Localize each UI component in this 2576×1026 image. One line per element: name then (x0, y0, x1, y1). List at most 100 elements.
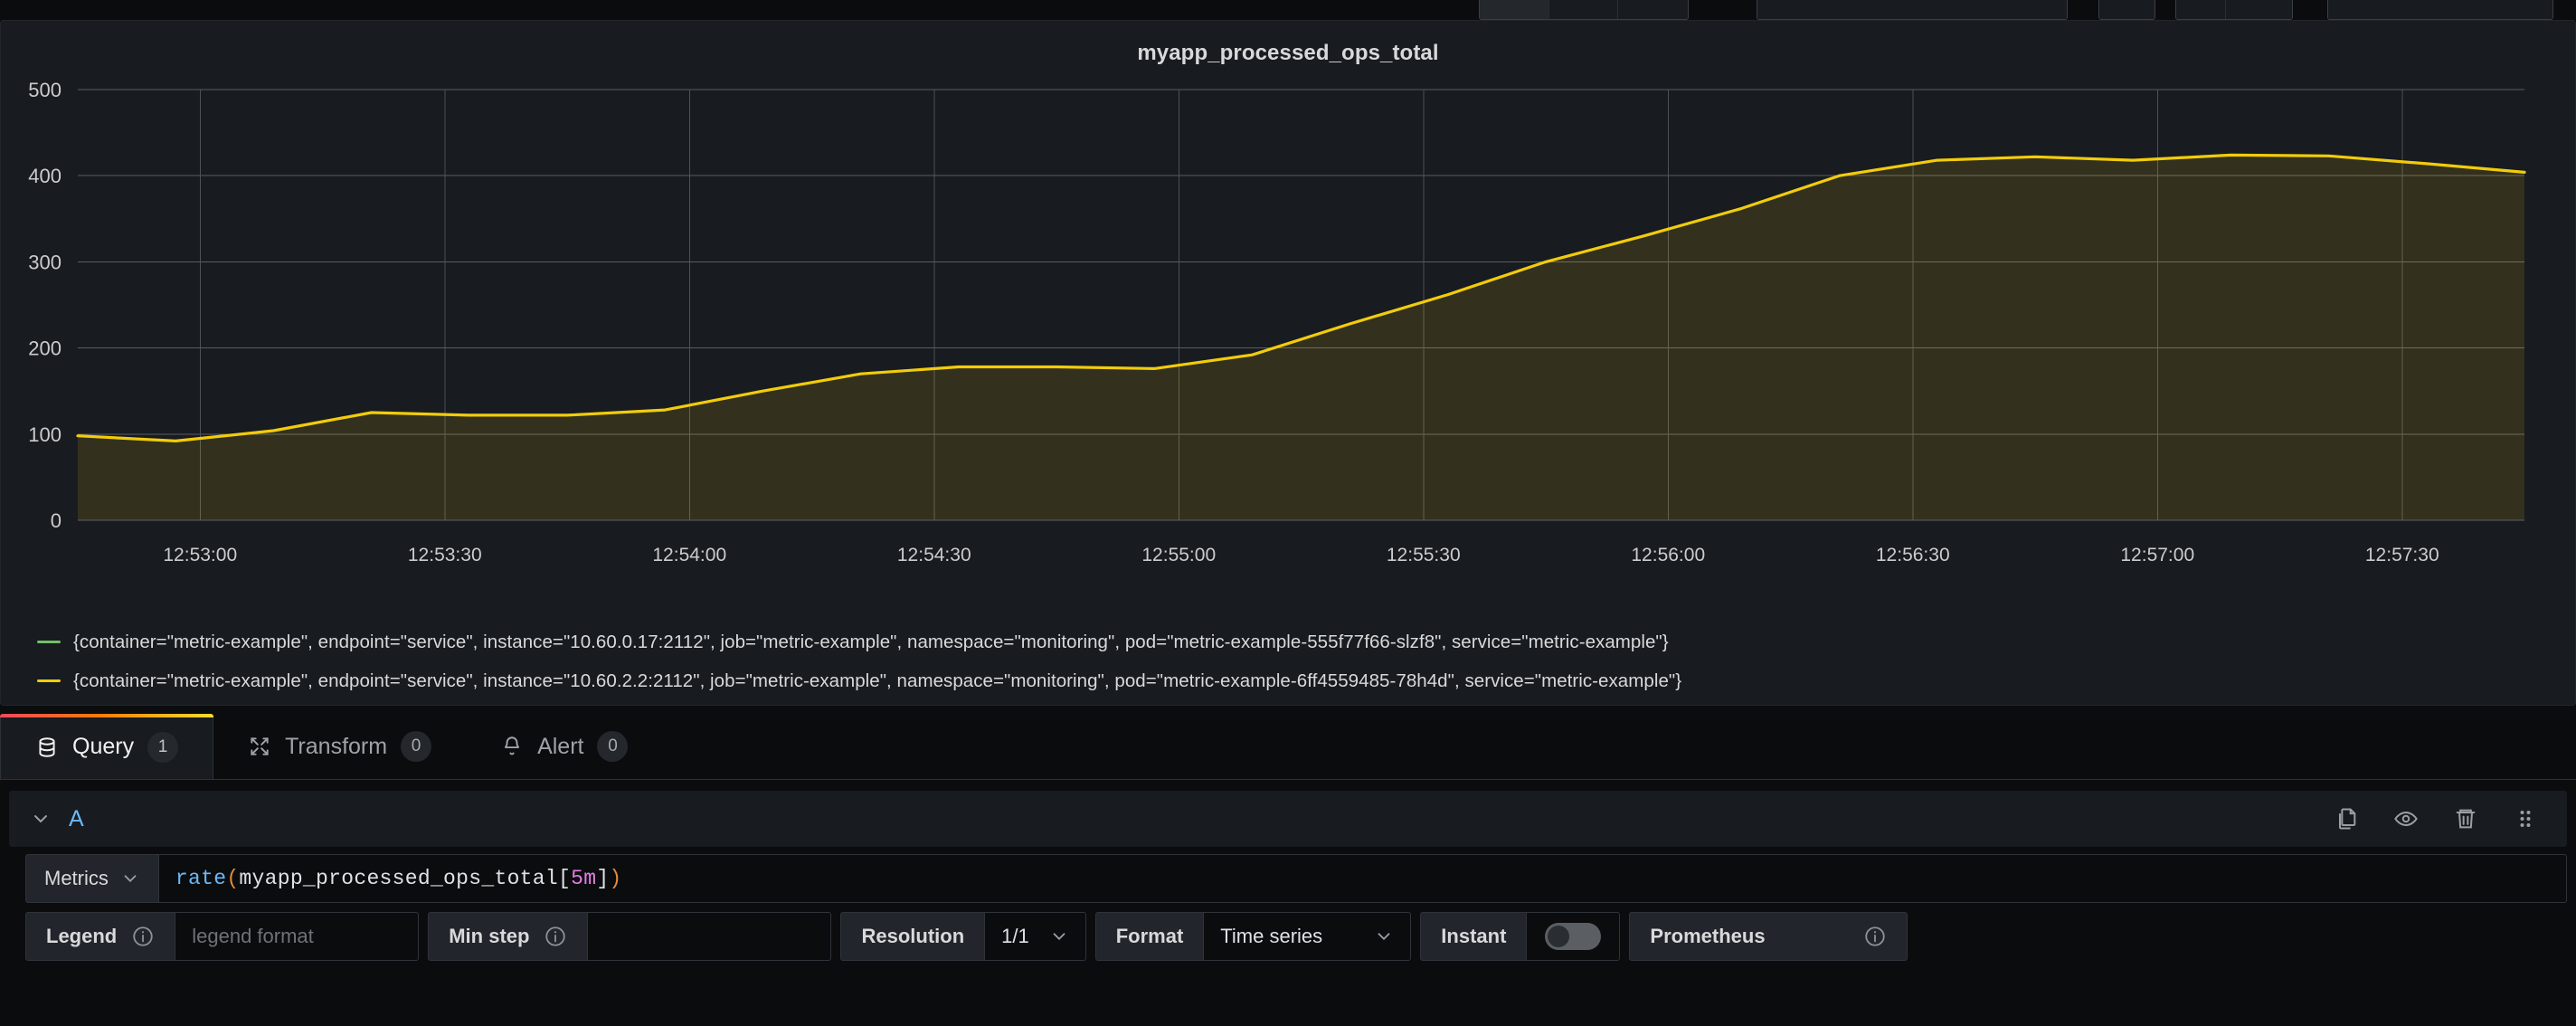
query-ref-id[interactable]: A (69, 806, 84, 832)
tab-transform-count: 0 (401, 731, 432, 762)
y-axis-tick-label: 500 (28, 79, 62, 101)
tab-query-count: 1 (147, 731, 179, 763)
x-axis-tick-label: 12:57:00 (2120, 545, 2194, 565)
toolbar-group-1 (1757, 0, 2068, 20)
promql-token: [ (557, 867, 572, 890)
promql-token: ] (596, 867, 610, 890)
format-label-text: Format (1115, 925, 1184, 947)
query-body: Metrics rate(myapp_processed_ops_total[5… (25, 854, 2567, 961)
collapse-query-button[interactable] (25, 803, 56, 834)
instant-toggle[interactable] (1545, 923, 1602, 950)
instant-label-text: Instant (1441, 925, 1507, 947)
tab-query[interactable]: Query 1 (0, 714, 214, 779)
toggle-knob (1548, 926, 1570, 947)
min-step-label-text: Min step (449, 925, 530, 947)
x-axis-tick-label: 12:55:30 (1387, 545, 1461, 565)
bell-icon (504, 736, 520, 755)
time-series-chart[interactable]: 0 100 200 300 400 500 12:53:00 12:53:30 12:54:00… (1, 77, 2576, 611)
resolution-select[interactable]: 1/1 (984, 912, 1086, 961)
legend-label-text: Legend (46, 925, 118, 947)
x-axis-tick-label: 12:54:30 (897, 545, 971, 565)
toolbar-group-0 (1479, 0, 1689, 20)
transform-icon (251, 737, 269, 755)
legend-format-input[interactable]: legend format (175, 912, 420, 961)
y-axis-tick-label: 0 (51, 509, 62, 532)
tab-transform[interactable]: Transform 0 (213, 714, 466, 779)
resolution-value: 1/1 (1001, 925, 1029, 947)
legend-item[interactable]: {container="metric-example", endpoint="s… (1, 661, 2576, 700)
chevron-down-icon (124, 875, 137, 883)
y-axis-tick-label: 300 (28, 251, 62, 273)
chart-svg: 0 100 200 300 400 500 12:53:00 12:53:30 12:54:00… (28, 79, 2526, 565)
resolution-label-text: Resolution (861, 925, 965, 947)
instant-option-label: Instant (1420, 912, 1527, 961)
query-expression-row: Metrics rate(myapp_processed_ops_total[5… (25, 854, 2567, 903)
query-row-actions (2334, 806, 2551, 831)
tab-query-label: Query (72, 734, 135, 759)
toolbar-button[interactable] (2176, 0, 2227, 19)
eye-icon[interactable] (2393, 806, 2419, 831)
x-axis-tick-label: 12:53:00 (163, 545, 237, 565)
promql-token: rate (175, 867, 227, 890)
legend-format-placeholder: legend format (192, 925, 314, 947)
legend-color-swatch (37, 679, 61, 682)
min-step-input[interactable] (587, 912, 832, 961)
trash-icon[interactable] (2453, 806, 2478, 831)
info-circle-icon[interactable] (544, 925, 567, 948)
format-select[interactable]: Time series (1203, 912, 1412, 961)
x-axis-tick-label: 12:56:30 (1876, 545, 1950, 565)
toolbar-button[interactable] (2328, 0, 2552, 19)
metrics-browser-button[interactable]: Metrics (25, 854, 159, 903)
editor-tabs: Query 1 Transform 0 Alert 0 (0, 713, 2576, 780)
chevron-down-icon (1378, 933, 1390, 941)
legend-item[interactable]: {container="metric-example", endpoint="s… (1, 622, 2576, 661)
chevron-down-icon (1053, 933, 1065, 941)
copy-icon[interactable] (2334, 806, 2359, 831)
info-circle-icon[interactable] (131, 925, 155, 948)
promql-expression-input[interactable]: rate(myapp_processed_ops_total[5m]) (158, 854, 2567, 903)
toolbar-button[interactable] (1480, 0, 1550, 19)
min-step-option-label: Min step (428, 912, 588, 961)
format-value: Time series (1220, 925, 1323, 947)
promql-token: myapp_processed_ops_total (239, 867, 558, 890)
toolbar-button[interactable] (1757, 0, 2067, 19)
metrics-browser-label: Metrics (44, 867, 109, 889)
query-row-header: A (9, 791, 2567, 847)
datasource-option-label: Prometheus (1629, 912, 1908, 961)
promql-token: ) (609, 867, 622, 890)
x-axis-tick-label: 12:57:30 (2365, 545, 2439, 565)
top-toolbar-strip (0, 0, 2576, 20)
tab-alert-count: 0 (597, 731, 629, 762)
tab-alert-label: Alert (537, 733, 584, 759)
toolbar-button[interactable] (2099, 0, 2155, 19)
database-icon (39, 736, 55, 757)
y-axis-tick-label: 100 (28, 423, 62, 446)
info-circle-icon[interactable] (1863, 925, 1887, 948)
toolbar-button[interactable] (1549, 0, 1618, 19)
toolbar-group-4 (2327, 0, 2553, 20)
promql-expression-text: rate(myapp_processed_ops_total[5m]) (175, 867, 622, 890)
toolbar-group-3 (2175, 0, 2293, 20)
drag-handle-icon[interactable] (2513, 806, 2538, 831)
tab-alert[interactable]: Alert 0 (466, 714, 662, 779)
chevron-down-icon (34, 815, 47, 823)
tab-transform-label: Transform (285, 733, 388, 759)
resolution-option-label: Resolution (840, 912, 985, 961)
query-options-row: Legend legend format Min step Resolution (25, 912, 2567, 961)
datasource-label-text: Prometheus (1650, 925, 1766, 947)
promql-token: 5m (571, 867, 597, 890)
query-editor: A Metrics rate(myapp_processed_ops_total… (0, 780, 2576, 1026)
toolbar-button[interactable] (2226, 0, 2292, 19)
y-axis-tick-label: 400 (28, 165, 62, 187)
x-axis-tick-label: 12:55:00 (1141, 545, 1216, 565)
x-axis-tick-label: 12:56:00 (1631, 545, 1705, 565)
x-axis-tick-label: 12:54:00 (652, 545, 726, 565)
promql-token: ( (226, 867, 240, 890)
legend-series-label: {container="metric-example", endpoint="s… (73, 670, 1682, 691)
legend-series-label: {container="metric-example", endpoint="s… (73, 631, 1669, 652)
visualization-panel: myapp_processed_ops_total 0 100 200 300 400 5… (0, 20, 2576, 706)
chart-legend: {container="metric-example", endpoint="s… (1, 622, 2576, 700)
toolbar-button[interactable] (1617, 0, 1688, 19)
x-axis-tick-label: 12:53:30 (408, 545, 482, 565)
legend-option-label: Legend (25, 912, 175, 961)
